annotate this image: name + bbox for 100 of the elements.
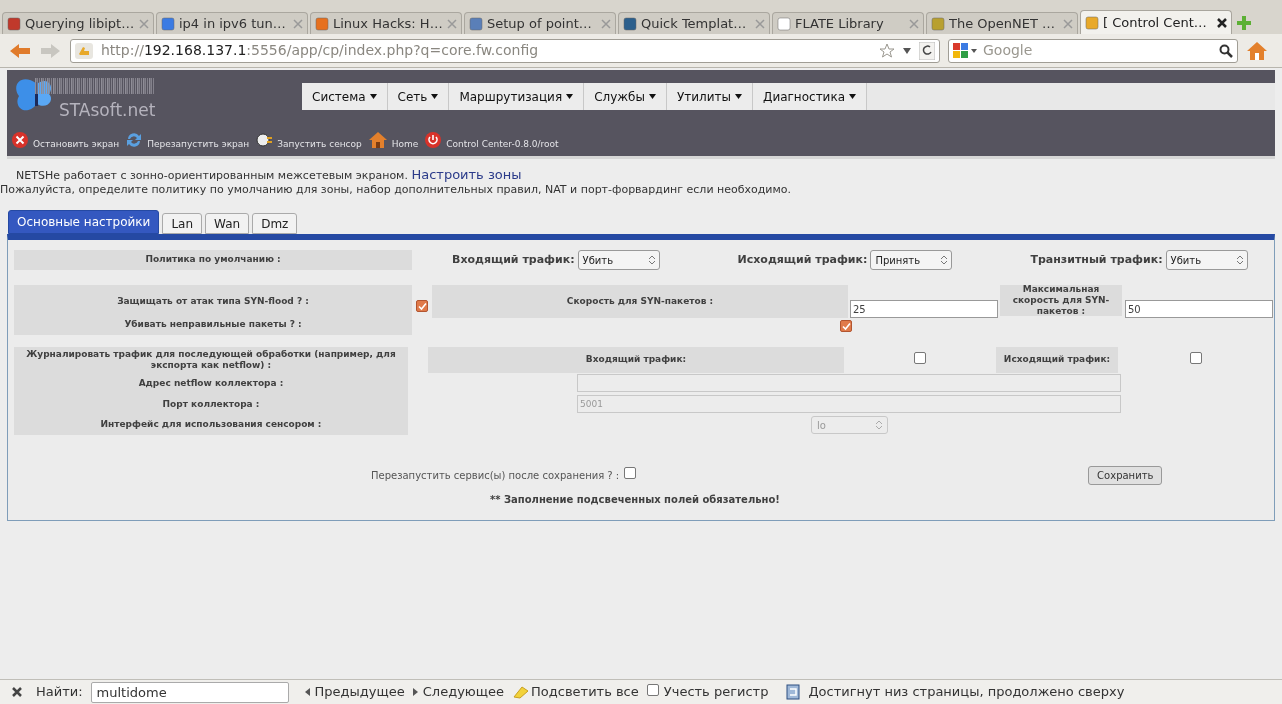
plug-icon: [255, 131, 274, 149]
stop-icon: [11, 131, 29, 149]
search-engine-icon: [953, 42, 979, 59]
match-case-label: Учесть регистр: [663, 683, 769, 702]
favicon-icon: [469, 16, 483, 31]
favicon-icon: [777, 16, 791, 31]
required-fields-note: ** Заполнение подсвеченных полей обязательно!: [489, 493, 781, 507]
highlighter-icon: [512, 685, 531, 699]
caret-icon: [648, 94, 656, 99]
browser-tab[interactable]: ip4 in ipv6 tun…: [156, 12, 308, 34]
previous-button[interactable]: Предыдущее: [304, 682, 405, 702]
back-arrow-icon[interactable]: [8, 41, 32, 60]
caret-icon: [735, 94, 742, 99]
row-label: Интерфейс для использования сенсором :: [99, 418, 323, 432]
field-label: Исходящий трафик:: [996, 347, 1118, 373]
zone-tab[interactable]: Dmz: [252, 213, 298, 234]
menu-item[interactable]: Сеть: [387, 83, 450, 110]
caret-icon: [431, 94, 439, 99]
zone-tab[interactable]: Wan: [205, 213, 250, 234]
dropdown[interactable]: Принять: [870, 250, 953, 270]
save-button[interactable]: Сохранить: [1088, 465, 1163, 485]
up-down-arrows-icon: [648, 255, 655, 265]
menu-item[interactable]: Службы: [584, 83, 667, 110]
description-text: Пожалуйста, определите политику по умолчанию для зоны, набор дополнительных правил, NAT и порт-форвардинг если необходимо.: [0, 183, 793, 196]
star-icon[interactable]: [879, 42, 895, 59]
favicon-icon: [1085, 15, 1099, 30]
row-label: Журналировать трафик для последующей обработки (например, для экспорта как netflow) :: [25, 348, 397, 372]
browser-tab[interactable]: Querying libipt…: [2, 12, 154, 34]
tab-title: FLATE Library: [795, 14, 885, 33]
tab-title: Setup of point…: [487, 14, 593, 33]
power-icon: [424, 131, 443, 149]
close-icon[interactable]: [12, 687, 22, 697]
favicon-icon: [7, 16, 21, 31]
browser-tab[interactable]: Quick Templat…: [618, 12, 770, 34]
toolbar-button[interactable]: Запустить сенсор: [255, 131, 362, 153]
caret-icon: [849, 94, 857, 99]
field-label: Максимальная скорость для SYN-пакетов :: [1000, 285, 1122, 316]
url-text: http://192.168.137.1:5556/app/cp/index.php?q=core.fw.config: [101, 41, 539, 60]
field-label: Транзитный трафик:: [1030, 251, 1163, 268]
rate-input[interactable]: 25: [850, 300, 998, 318]
favicon-icon: [623, 16, 637, 31]
triangle-icon: [304, 688, 310, 696]
menu-item[interactable]: Диагностика: [753, 83, 868, 110]
checkbox[interactable]: [646, 684, 659, 697]
dropdown[interactable]: Убить: [1165, 250, 1248, 270]
browser-tab[interactable]: The OpenNET …: [926, 12, 1078, 34]
row-label: Политика по умолчанию :: [14, 250, 412, 270]
favicon-icon: [931, 16, 945, 31]
find-label: Найти:: [36, 683, 83, 702]
tab-title: Quick Templat…: [641, 14, 748, 33]
toolbar-button[interactable]: Остановить экран: [11, 131, 120, 153]
tab-title: [ Control Cent…: [1103, 13, 1208, 32]
max-rate-input[interactable]: 50: [1125, 300, 1273, 318]
menu-item[interactable]: Утилиты: [666, 83, 753, 110]
menu-item[interactable]: Система: [302, 83, 388, 110]
forward-arrow-icon[interactable]: [40, 41, 62, 60]
search-icon[interactable]: [1219, 43, 1233, 58]
up-down-arrows-icon: [1236, 255, 1243, 265]
address-field[interactable]: http://192.168.137.1:5556/app/cp/index.php?q=core.fw.config: [70, 38, 940, 63]
wrap-notice-icon: [786, 684, 801, 700]
favicon-icon: [161, 16, 175, 31]
row-label: Адрес netflow коллектора :: [137, 376, 285, 390]
close-icon[interactable]: [1217, 17, 1227, 28]
tab-title: Linux Hacks: H…: [333, 14, 443, 33]
reload-icon[interactable]: [919, 41, 935, 60]
zone-tab[interactable]: Основные настройки: [8, 210, 160, 234]
search-input[interactable]: Google: [983, 40, 1215, 61]
row-label: Защищать от атак типа SYN-flood ? :: [116, 294, 310, 308]
browser-tab[interactable]: FLATE Library: [772, 12, 924, 34]
browser-tab[interactable]: [ Control Cent…: [1080, 10, 1232, 34]
toolbar-button[interactable]: Перезапустить экран: [125, 131, 250, 153]
tab-title: The OpenNET …: [949, 14, 1057, 33]
checkbox[interactable]: [624, 466, 637, 479]
checkbox[interactable]: [840, 320, 852, 332]
intro-text: NETSHe работает с зонно-ориентированным межсетевым экраном.: [16, 169, 408, 182]
caret-icon: [566, 94, 574, 99]
highlight-all-button[interactable]: Подсветить все: [512, 682, 639, 702]
toolbar-button[interactable]: Home: [367, 131, 419, 153]
configure-zones-link[interactable]: Настроить зоны: [411, 167, 522, 182]
home-icon[interactable]: [1246, 39, 1268, 62]
house-icon: [367, 131, 388, 149]
browser-tab[interactable]: Setup of point…: [464, 12, 616, 34]
field-label: Исходящий трафик:: [737, 251, 868, 268]
search-field[interactable]: Google: [948, 38, 1238, 63]
new-tab-icon[interactable]: [1236, 15, 1252, 31]
checkbox[interactable]: [416, 300, 428, 312]
dropdown[interactable]: Убить: [577, 250, 660, 270]
zone-tab[interactable]: Lan: [162, 213, 203, 234]
field-label: Входящий трафик:: [452, 251, 575, 268]
restart-services-label: Перезапустить сервис(ы) после сохранения ? :: [371, 468, 620, 483]
browser-tab[interactable]: Linux Hacks: H…: [310, 12, 462, 34]
row-label: Убивать неправильные пакеты ? :: [123, 318, 303, 331]
dropdown-arrow-icon[interactable]: [903, 47, 911, 54]
triangle-icon: [412, 688, 418, 696]
logo-text: STAsoft.net: [59, 102, 156, 119]
caret-icon: [369, 94, 377, 99]
find-input[interactable]: multidome: [90, 681, 289, 703]
menu-item[interactable]: Маршрутизация: [449, 83, 585, 110]
next-button[interactable]: Следующее: [412, 682, 505, 702]
toolbar-button[interactable]: Control Center-0.8.0/root: [424, 131, 559, 153]
